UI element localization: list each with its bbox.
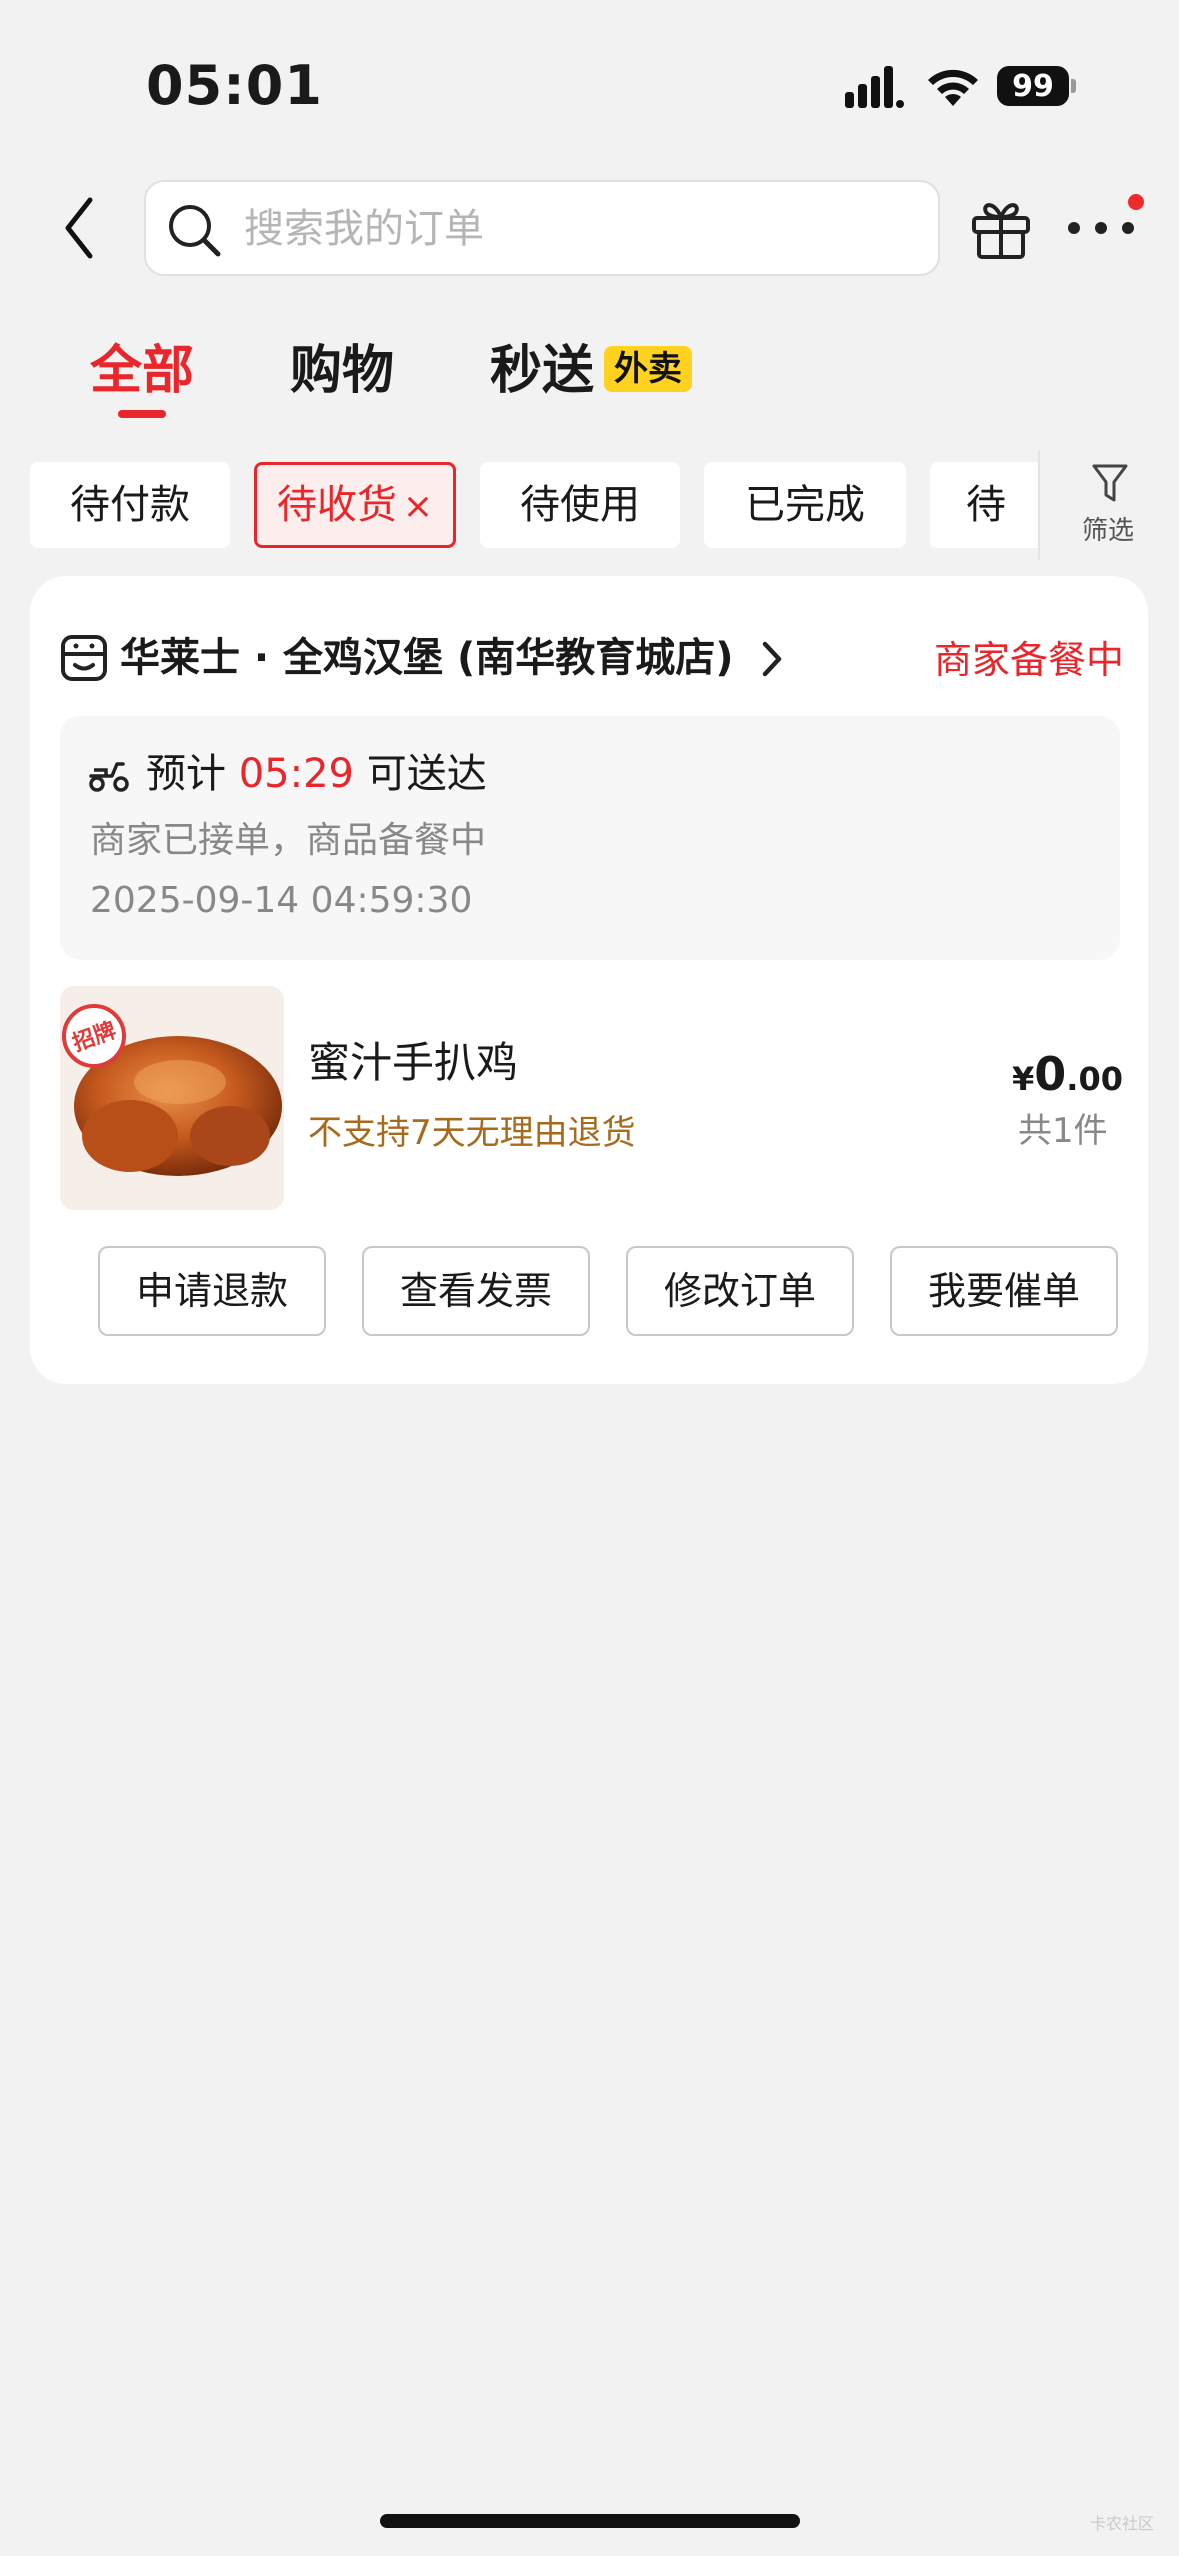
home-indicator[interactable] [380, 2514, 800, 2528]
item-return-policy: 不支持7天无理由退货 [308, 1113, 636, 1153]
eta-line: 预计 05:29 可送达 [146, 746, 487, 802]
order-status: 商家备餐中 [934, 638, 1125, 682]
clear-filter-icon[interactable]: × [403, 486, 433, 527]
chevron-right-icon[interactable] [760, 640, 784, 678]
eta-suffix: 可送达 [366, 751, 487, 797]
filter-chip-pending-receipt[interactable]: 待收货 × [254, 462, 456, 548]
tab-all[interactable]: 全部 [90, 336, 194, 406]
gift-icon[interactable] [970, 196, 1032, 260]
item-count: 共1件 [1018, 1111, 1108, 1151]
eta-time: 05:29 [238, 751, 354, 797]
store-name[interactable]: 华莱士 · 全鸡汉堡 (南华教育城店) [120, 630, 734, 686]
tab-shopping[interactable]: 购物 [290, 336, 394, 406]
watermark: 卡农社区 [1090, 2514, 1155, 2533]
filter-chip-label: 待收货 [276, 482, 397, 528]
filter-label: 筛选 [1081, 516, 1134, 546]
item-name[interactable]: 蜜汁手扒鸡 [308, 1034, 518, 1092]
battery-level: 99 [997, 66, 1069, 106]
price-integer: 0 [1034, 1047, 1067, 1101]
cellular-signal-icon [845, 66, 904, 108]
filter-button[interactable]: 筛选 [1060, 460, 1156, 560]
tab-flash-delivery[interactable]: 秒送 [490, 336, 594, 406]
item-price: ¥0.00 [1012, 1044, 1123, 1109]
price-decimal: .00 [1066, 1060, 1123, 1098]
eta-prefix: 预计 [146, 751, 226, 797]
price-currency: ¥ [1012, 1060, 1035, 1098]
filter-chip-completed[interactable]: 已完成 [704, 462, 906, 548]
search-placeholder: 搜索我的订单 [244, 206, 484, 252]
modify-order-button[interactable]: 修改订单 [626, 1246, 854, 1336]
funnel-icon [1092, 464, 1128, 502]
status-time: 05:01 [146, 54, 323, 117]
more-icon[interactable] [1066, 218, 1136, 238]
store-icon [61, 635, 107, 681]
roast-chicken-image: 招牌 [62, 1004, 282, 1176]
item-thumbnail[interactable]: 招牌 [60, 986, 284, 1210]
refund-button[interactable]: 申请退款 [98, 1246, 326, 1336]
notification-dot [1128, 194, 1144, 210]
scooter-icon [89, 762, 129, 792]
order-timestamp: 2025-09-14 04:59:30 [90, 880, 473, 921]
urge-order-button[interactable]: 我要催单 [890, 1246, 1118, 1336]
search-icon [169, 205, 221, 257]
filter-chip-to-use[interactable]: 待使用 [480, 462, 680, 548]
filter-divider [1038, 450, 1040, 560]
wifi-icon [928, 69, 978, 106]
back-icon[interactable] [60, 196, 100, 260]
filter-chip-pending-payment[interactable]: 待付款 [30, 462, 230, 548]
filter-chip-to-review[interactable]: 待评 [930, 462, 1040, 548]
battery-icon: 99 [997, 66, 1076, 106]
takeout-tag: 外卖 [604, 346, 692, 392]
view-invoice-button[interactable]: 查看发票 [362, 1246, 590, 1336]
tab-active-indicator [118, 410, 166, 418]
order-progress-text: 商家已接单，商品备餐中 [90, 820, 487, 861]
search-input[interactable]: 搜索我的订单 [144, 180, 940, 276]
